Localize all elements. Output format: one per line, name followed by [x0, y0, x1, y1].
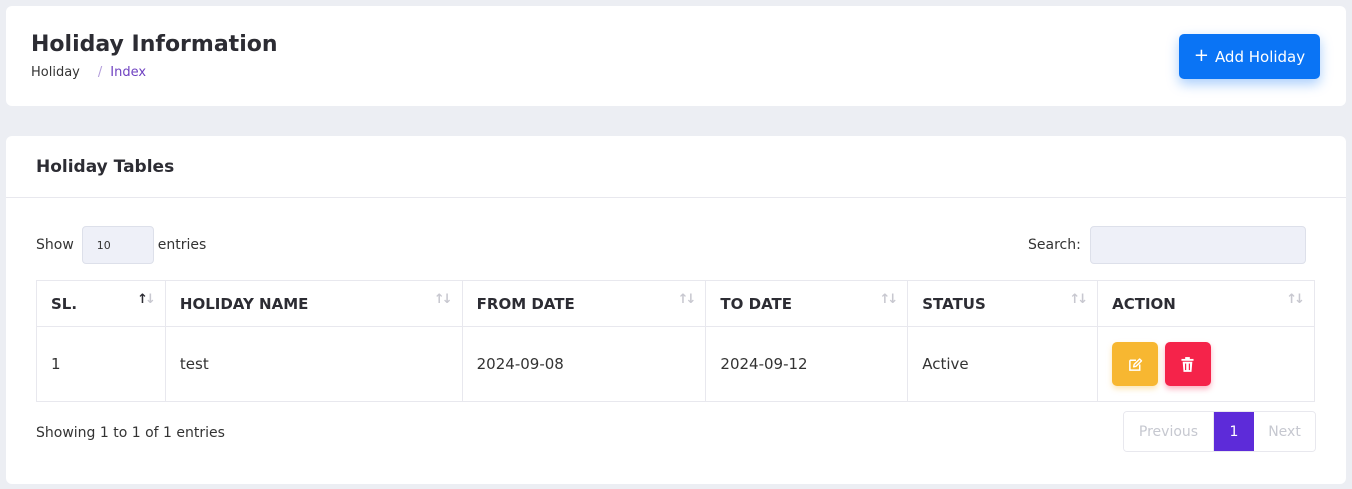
show-label: Show	[36, 237, 74, 253]
edit-icon	[1128, 357, 1142, 371]
cell-action	[1097, 326, 1315, 402]
card-title: Holiday Tables	[36, 157, 175, 177]
page-1-button[interactable]: 1	[1214, 412, 1254, 451]
column-header-from-date[interactable]: FROM DATE ↑↓	[461, 280, 707, 327]
plus-icon: +	[1193, 44, 1209, 66]
breadcrumb-current: Index	[110, 65, 147, 80]
table-info: Showing 1 to 1 of 1 entries	[36, 425, 225, 441]
table-header-row: SL. ↑↓ HOLIDAY NAME ↑↓ FROM DATE ↑↓ TO D…	[36, 280, 1315, 327]
holiday-table: SL. ↑↓ HOLIDAY NAME ↑↓ FROM DATE ↑↓ TO D…	[36, 280, 1315, 402]
breadcrumb: Holiday / Index	[31, 65, 146, 80]
add-holiday-label: Add Holiday	[1214, 47, 1306, 66]
cell-to-date: 2024-09-12	[705, 326, 909, 402]
edit-button[interactable]	[1112, 342, 1159, 386]
sort-icon: ↑↓	[879, 292, 898, 307]
entries-select[interactable]: 10	[81, 226, 154, 264]
page-title: Holiday Information	[31, 32, 278, 57]
sort-icon: ↑↓	[1286, 292, 1305, 307]
entries-label: entries	[157, 237, 207, 253]
sort-asc-icon: ↑↓	[137, 292, 156, 307]
cell-holiday-name: test	[164, 326, 463, 402]
cell-status: Active	[907, 326, 1099, 402]
trash-icon	[1181, 356, 1194, 372]
breadcrumb-home[interactable]: Holiday	[31, 65, 80, 80]
breadcrumb-separator: /	[97, 65, 103, 80]
search-control: Search:	[1028, 226, 1306, 264]
next-page-button[interactable]: Next	[1254, 412, 1315, 451]
column-header-action[interactable]: ACTION ↑↓	[1097, 280, 1315, 327]
previous-page-button[interactable]: Previous	[1124, 412, 1214, 451]
sort-icon: ↑↓	[433, 292, 453, 307]
pagination: Previous 1 Next	[1123, 411, 1316, 452]
sort-icon: ↑↓	[677, 292, 697, 307]
holiday-table-card: Holiday Tables Show 10 entries Search: S…	[6, 136, 1346, 484]
column-header-sl[interactable]: SL. ↑↓	[36, 280, 166, 327]
delete-button[interactable]	[1164, 342, 1211, 386]
sort-icon: ↑↓	[1069, 292, 1088, 307]
column-header-status[interactable]: STATUS ↑↓	[907, 280, 1099, 327]
search-input[interactable]	[1089, 226, 1306, 264]
search-label: Search:	[1028, 237, 1081, 253]
column-header-to-date[interactable]: TO DATE ↑↓	[705, 280, 909, 327]
column-header-holiday-name[interactable]: HOLIDAY NAME ↑↓	[164, 280, 463, 327]
card-divider	[6, 197, 1346, 198]
table-row: 1 test 2024-09-08 2024-09-12 Active	[36, 326, 1315, 402]
cell-from-date: 2024-09-08	[461, 326, 707, 402]
page-header: Holiday Information Holiday / Index + Ad…	[6, 6, 1346, 106]
add-holiday-button[interactable]: + Add Holiday	[1179, 34, 1320, 79]
cell-sl: 1	[36, 326, 166, 402]
entries-length-control: Show 10 entries	[36, 226, 206, 264]
